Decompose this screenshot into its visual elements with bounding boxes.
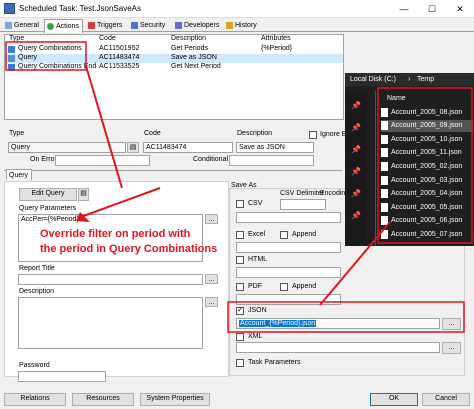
annotation-text-line2: the period in Query Combinations bbox=[40, 243, 218, 255]
annotation-arrow-1 bbox=[85, 65, 123, 189]
annotation-text-line1: Override filter on period with bbox=[40, 228, 191, 240]
annotation-arrow-3 bbox=[319, 221, 391, 306]
annotation-overlay bbox=[5, 41, 473, 333]
annotation-box-grid bbox=[5, 41, 87, 71]
annotation-box-json bbox=[227, 301, 465, 333]
annotation-arrow-2 bbox=[77, 187, 161, 219]
annotation-box-files bbox=[377, 87, 473, 244]
